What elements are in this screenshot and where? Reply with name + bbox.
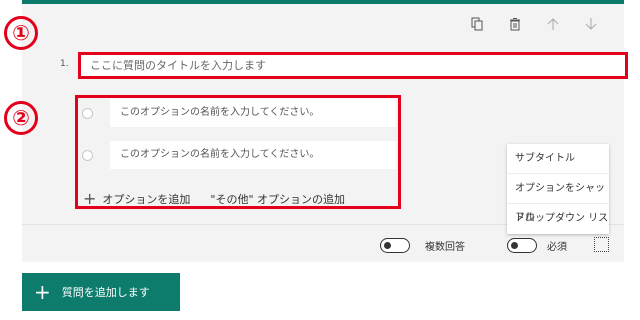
menu-item-dropdown-list[interactable]: ドロップダウン リスト bbox=[507, 204, 609, 253]
option-row: このオプションの名前を入力してください。 bbox=[82, 99, 396, 127]
annotation-marker-1: ① bbox=[4, 16, 38, 50]
required-toggle[interactable] bbox=[507, 238, 537, 253]
add-question-button[interactable]: + 質問を追加します bbox=[22, 273, 180, 311]
delete-icon bbox=[510, 18, 520, 31]
add-other-option-link[interactable]: "その他" オプションの追加 bbox=[210, 191, 345, 207]
required-toggle-row: 必須 bbox=[507, 238, 567, 253]
option-name-input[interactable]: このオプションの名前を入力してください。 bbox=[110, 141, 396, 169]
more-options-menu: サブタイトル オプションをシャッフル ドロップダウン リスト bbox=[507, 144, 609, 253]
add-option-row: + オプションを追加 "その他" オプションの追加 bbox=[83, 191, 345, 207]
add-question-label: 質問を追加します bbox=[61, 286, 150, 299]
radio-icon bbox=[82, 107, 93, 119]
radio-icon bbox=[82, 149, 93, 161]
option-row: このオプションの名前を入力してください。 bbox=[82, 141, 396, 169]
card-accent-bar bbox=[22, 0, 624, 4]
move-down-button[interactable] bbox=[572, 12, 610, 36]
question-number: 1. bbox=[60, 59, 69, 69]
add-option-link[interactable]: オプションを追加 bbox=[102, 191, 190, 207]
more-options-icon[interactable] bbox=[594, 237, 609, 252]
multiple-answers-toggle-row: 複数回答 bbox=[380, 238, 465, 253]
move-down-icon bbox=[585, 18, 597, 30]
move-up-icon bbox=[547, 18, 559, 30]
options-area: このオプションの名前を入力してください。 このオプションの名前を入力してください… bbox=[75, 95, 401, 209]
question-title-input[interactable]: ここに質問のタイトルを入力します bbox=[78, 52, 628, 79]
option-name-input[interactable]: このオプションの名前を入力してください。 bbox=[110, 99, 396, 127]
annotation-marker-2: ② bbox=[4, 101, 38, 135]
delete-button[interactable] bbox=[496, 12, 534, 36]
multiple-answers-label: 複数回答 bbox=[425, 242, 465, 253]
required-label: 必須 bbox=[547, 242, 567, 253]
plus-icon: + bbox=[34, 280, 51, 304]
menu-item-subtitle[interactable]: サブタイトル bbox=[507, 144, 609, 174]
menu-item-shuffle-options[interactable]: オプションをシャッフル bbox=[507, 174, 609, 223]
copy-button[interactable] bbox=[458, 12, 496, 36]
multiple-answers-toggle[interactable] bbox=[380, 238, 410, 253]
question-toolbar bbox=[458, 12, 610, 36]
copy-icon bbox=[471, 17, 483, 31]
move-up-button[interactable] bbox=[534, 12, 572, 36]
plus-icon: + bbox=[83, 189, 97, 208]
